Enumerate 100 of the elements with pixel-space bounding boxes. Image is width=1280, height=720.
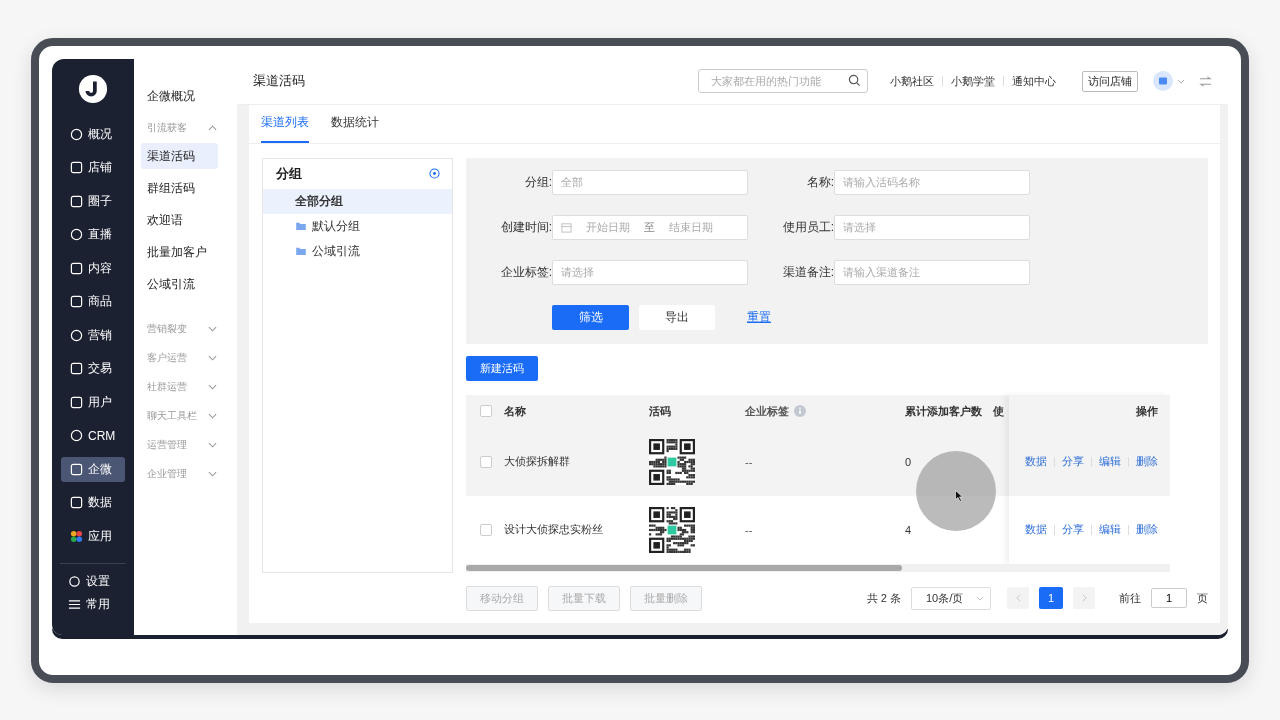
action-link[interactable]: 删除 (1129, 522, 1158, 537)
page-size-select[interactable]: 10条/页 (911, 586, 991, 610)
chevron-icon (208, 355, 217, 361)
checkbox[interactable] (480, 523, 492, 536)
filter-label: 名称: (805, 173, 834, 191)
info-icon[interactable] (794, 405, 806, 417)
chevron-right-icon (1081, 594, 1087, 602)
search-field[interactable]: 大家都在用的热门功能 (698, 69, 868, 93)
action-link[interactable]: 编辑 (1092, 522, 1128, 537)
search-icon (848, 74, 861, 87)
rail-item[interactable]: 商品 (61, 289, 125, 314)
new-code-button[interactable]: 新建活码 (466, 355, 538, 381)
checkbox[interactable] (480, 405, 492, 417)
filter-button[interactable]: 筛选 (552, 304, 629, 330)
rail-item[interactable]: 概况 (61, 121, 125, 147)
submenu-item[interactable]: 企微概况 (141, 82, 218, 109)
table-cell-text: 0 (905, 455, 913, 468)
table-cell-text: -- (745, 523, 754, 536)
column-header: 累计添加客户数 (905, 403, 983, 419)
rail-item[interactable]: 数据 (61, 490, 125, 515)
action-link[interactable]: 编辑 (1092, 454, 1128, 469)
visit-store-button[interactable]: 访问店铺 (1082, 70, 1138, 92)
menu-item-icon (70, 496, 83, 509)
rail-item[interactable]: 店铺 (61, 155, 125, 180)
checkbox[interactable] (480, 455, 492, 468)
menu-item-icon (70, 228, 83, 241)
chevron-icon (208, 125, 217, 131)
tab[interactable]: 数据统计 (331, 104, 379, 143)
column-header: 使 (993, 403, 1005, 419)
menu-item-icon (70, 328, 83, 342)
rail-item[interactable]: 用户 (61, 389, 125, 415)
folder-icon (296, 247, 306, 255)
filter-label: 渠道备注: (781, 263, 834, 281)
filter-field[interactable]: 请输入活码名称 (834, 169, 1030, 195)
menu-item-icon (70, 194, 83, 208)
next-page-button[interactable] (1073, 587, 1095, 609)
action-link[interactable]: 分享 (1055, 522, 1091, 537)
chevron-icon (208, 442, 217, 448)
filter-label: 企业标签: (499, 263, 552, 281)
switch-icon[interactable] (1199, 75, 1212, 87)
filter-button[interactable]: 导出 (639, 304, 715, 330)
group-item[interactable]: 公域引流 (263, 238, 452, 264)
reset-link[interactable]: 重置 (741, 304, 777, 330)
rail-item[interactable]: 内容 (61, 255, 125, 281)
goto-page-field[interactable]: 1 (1151, 588, 1187, 608)
qr-code (649, 506, 695, 553)
chevron-left-icon (1015, 594, 1021, 602)
submenu-item[interactable]: 欢迎语 (141, 206, 218, 233)
table-cell-text: 大侦探拆解群 (504, 454, 571, 469)
submenu-item[interactable]: 公域引流 (141, 270, 218, 297)
column-header: 名称 (504, 403, 527, 419)
filter-field[interactable]: 全部 (552, 169, 748, 195)
header-link[interactable]: 通知中心 (1004, 73, 1064, 89)
filter-field[interactable]: 请选择 (834, 214, 1030, 240)
filter-field[interactable]: 请输入渠道备注 (834, 259, 1030, 285)
header-link[interactable]: 小鹅学堂 (943, 73, 1003, 89)
action-link[interactable]: 数据 (1018, 522, 1054, 537)
menu-item-icon (70, 395, 83, 409)
chevron-icon (1177, 78, 1185, 84)
tab[interactable]: 渠道列表 (261, 104, 309, 143)
chevron-icon (976, 595, 984, 601)
group-item[interactable]: 全部分组 (263, 188, 452, 214)
date-range-field[interactable]: 开始日期 至 结束日期 (552, 214, 748, 240)
filter-label: 分组: (523, 173, 552, 191)
rail-item[interactable]: 直播 (61, 222, 125, 247)
page-button[interactable]: 1 (1039, 587, 1063, 609)
column-header: 操作 (1135, 403, 1159, 419)
rail-item[interactable]: 应用 (61, 523, 125, 549)
rail-item[interactable]: CRM (61, 423, 125, 448)
group-item[interactable]: 默认分组 (263, 213, 452, 239)
total-count: 共 2 条 (866, 590, 901, 606)
rail-item[interactable]: 交易 (61, 356, 125, 381)
table-row[interactable]: 大侦探拆解群 -- 0 (466, 427, 1009, 496)
table-cell-text: 设计大侦探忠实粉丝 (504, 522, 604, 537)
rail-item[interactable]: 企微 (61, 456, 125, 482)
header-link[interactable]: 小鹅社区 (882, 73, 942, 89)
horizontal-scrollbar[interactable] (466, 563, 1170, 572)
action-link[interactable]: 分享 (1055, 454, 1091, 469)
page-suffix: 页 (1197, 590, 1208, 606)
qr-code (649, 438, 695, 485)
menu-item-icon (70, 362, 83, 375)
column-header: 活码 (649, 403, 672, 419)
goto-label: 前往 (1119, 590, 1141, 606)
add-icon[interactable] (429, 168, 440, 179)
submenu-item[interactable]: 批量加客户 (141, 238, 218, 265)
filter-field[interactable]: 请选择 (552, 259, 748, 285)
menu-item-icon (68, 574, 81, 588)
action-link[interactable]: 删除 (1129, 454, 1158, 469)
chevron-icon (208, 413, 217, 419)
previous-page-button[interactable] (1007, 587, 1029, 609)
action-link[interactable]: 数据 (1018, 454, 1054, 469)
submenu-item[interactable]: 群组活码 (141, 174, 218, 201)
store-avatar-icon[interactable] (1153, 71, 1173, 91)
rail-item[interactable]: 设置 (61, 569, 125, 593)
apps-icon (70, 529, 83, 543)
submenu-item[interactable]: 渠道活码 (141, 142, 218, 169)
rail-item[interactable]: 营销 (61, 322, 125, 348)
rail-item[interactable]: 圈子 (61, 188, 125, 214)
menu-item-icon (70, 261, 83, 275)
rail-item[interactable]: 常用 (61, 592, 125, 616)
